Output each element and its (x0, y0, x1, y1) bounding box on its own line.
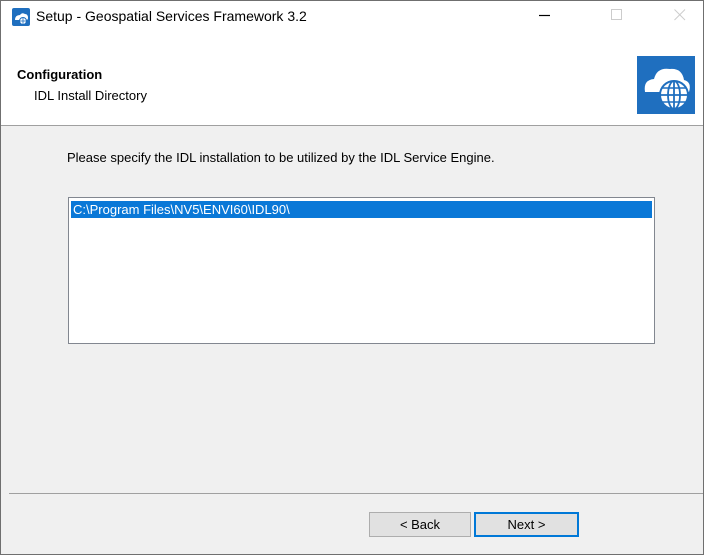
minimize-button[interactable] (522, 1, 568, 31)
back-button[interactable]: < Back (369, 512, 471, 537)
list-item-selected[interactable]: C:\Program Files\NV5\ENVI60\IDL90\ (71, 201, 652, 218)
next-button[interactable]: Next > (474, 512, 579, 537)
close-button[interactable] (657, 1, 703, 31)
setup-app-icon (12, 8, 30, 26)
idl-installation-list[interactable]: C:\Program Files\NV5\ENVI60\IDL90\ (68, 197, 655, 344)
minimize-icon (539, 9, 551, 24)
instruction-text: Please specify the IDL installation to b… (67, 150, 495, 165)
maximize-icon (611, 8, 623, 24)
cloud-globe-icon (637, 56, 695, 114)
maximize-button[interactable] (594, 1, 640, 31)
window-title: Setup - Geospatial Services Framework 3.… (36, 8, 307, 24)
footer-divider (9, 493, 703, 494)
page-title: Configuration (17, 67, 103, 82)
wizard-header: Configuration IDL Install Directory (1, 31, 703, 126)
page-subtitle: IDL Install Directory (34, 88, 147, 103)
close-icon (674, 8, 686, 24)
setup-window: Setup - Geospatial Services Framework 3.… (0, 0, 704, 555)
title-bar[interactable]: Setup - Geospatial Services Framework 3.… (1, 1, 703, 31)
